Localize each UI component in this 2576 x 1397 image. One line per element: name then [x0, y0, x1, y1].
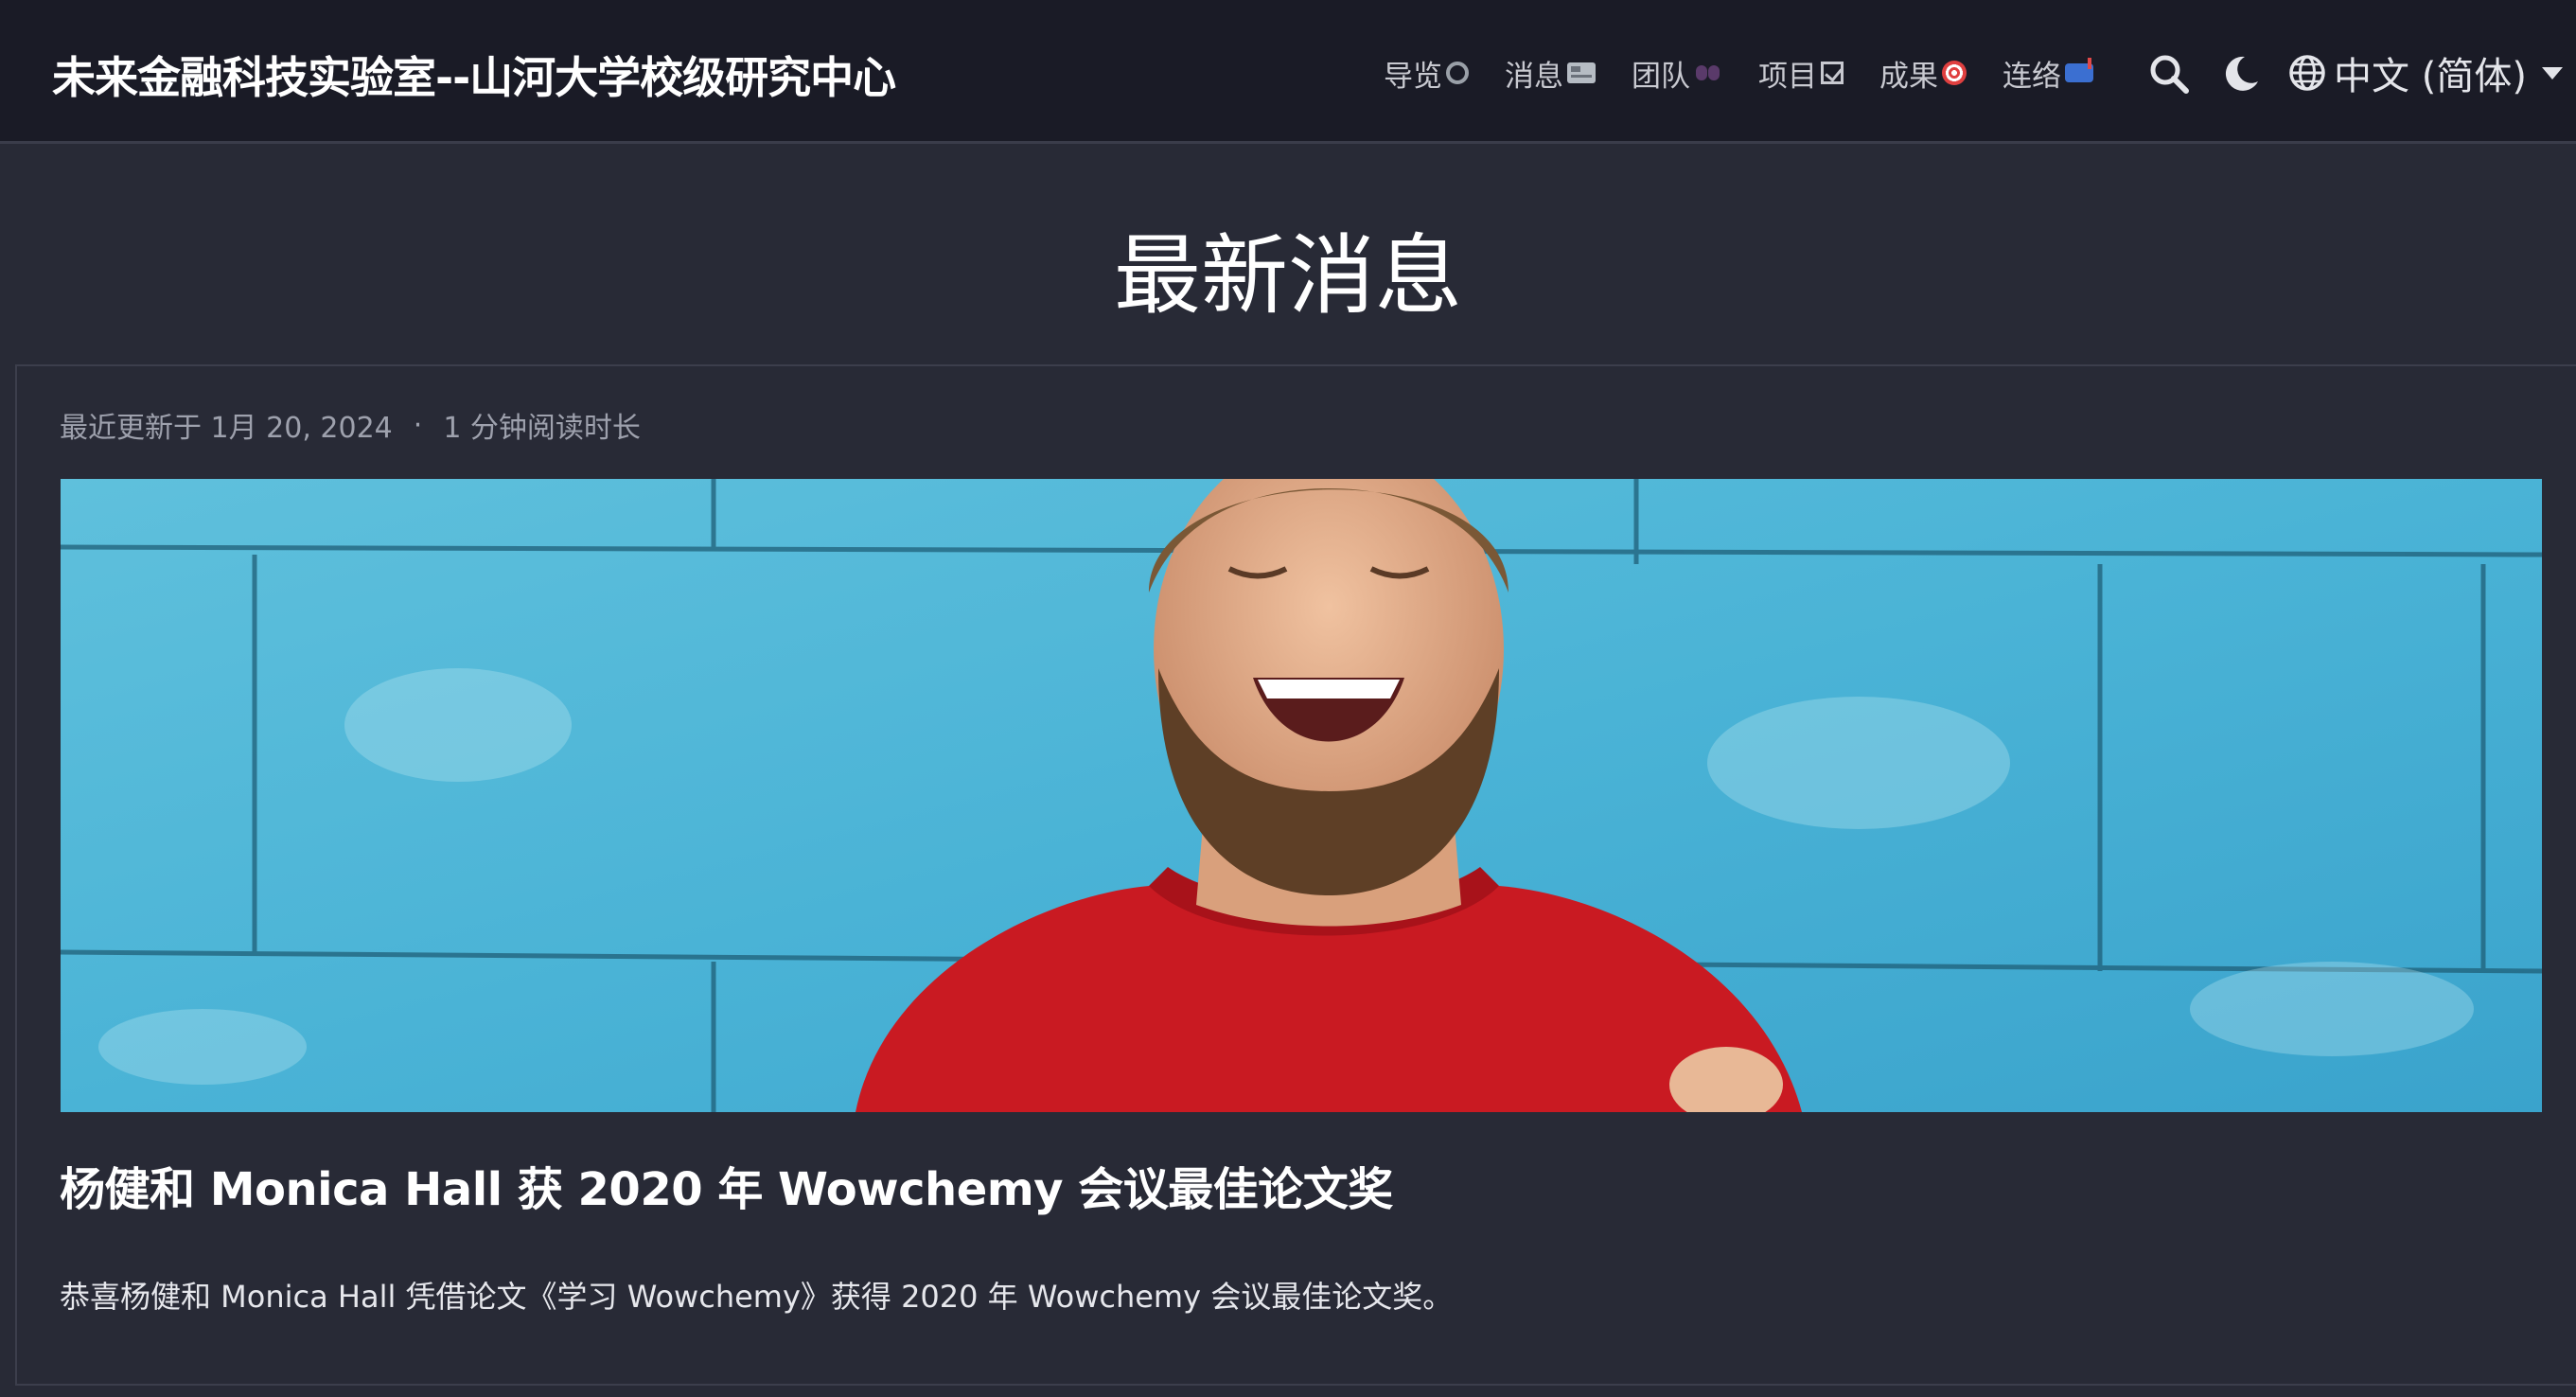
nav-item-news[interactable]: 消息: [1505, 52, 1596, 95]
nav-item-label: 团队: [1632, 59, 1690, 94]
page-title: 最新消息: [1113, 225, 1462, 327]
nav-item-team[interactable]: 团队: [1632, 52, 1722, 95]
search-icon: [2150, 55, 2189, 94]
navbar: 未来金融科技实验室--山河大学校级研究中心 导览 消息 团队 项目 成果 连络: [0, 0, 2576, 144]
newspaper-icon: [1567, 62, 1596, 83]
hearts-icon: [1694, 60, 1722, 86]
nav-item-label: 消息: [1505, 59, 1563, 94]
nav-item-results[interactable]: 成果: [1879, 52, 1967, 95]
nav-item-label: 连络: [2003, 59, 2061, 94]
checkbox-icon: [1821, 62, 1844, 84]
article-hero-image[interactable]: [61, 479, 2542, 1112]
nav-item-projects[interactable]: 项目: [1758, 52, 1844, 95]
target-icon: [1942, 61, 1967, 85]
mailbox-icon: [2065, 58, 2093, 82]
article-updated-date: 最近更新于 1月 20, 2024: [60, 412, 393, 445]
nav-menu: 导览 消息 团队 项目 成果 连络: [1384, 52, 2129, 95]
meta-separator: ·: [413, 408, 423, 442]
recycle-icon: [1446, 62, 1469, 84]
globe-icon: [2289, 55, 2325, 91]
site-brand[interactable]: 未来金融科技实验室--山河大学校级研究中心: [52, 44, 896, 106]
article-summary: 恭喜杨健和 Monica Hall 凭借论文《学习 Wowchemy》获得 20…: [60, 1279, 1454, 1315]
theme-toggle-button[interactable]: [2220, 53, 2262, 95]
nav-item-label: 导览: [1384, 59, 1442, 94]
article-card: 最近更新于 1月 20, 2024 · 1 分钟阅读时长 杨健和 Monica …: [15, 364, 2576, 1386]
search-button[interactable]: [2148, 53, 2190, 95]
article-read-time: 1 分钟阅读时长: [443, 412, 641, 445]
nav-item-contact[interactable]: 连络: [2003, 52, 2093, 95]
article-title-link[interactable]: 杨健和 Monica Hall 获 2020 年 Wowchemy 会议最佳论文…: [60, 1152, 1393, 1218]
nav-item-label: 成果: [1879, 59, 1938, 94]
language-dropdown[interactable]: 中文 (简体): [2288, 47, 2563, 98]
moon-icon: [2225, 56, 2258, 91]
language-label: 中文 (简体): [2334, 55, 2527, 98]
nav-item-label: 项目: [1758, 59, 1817, 94]
nav-item-tour[interactable]: 导览: [1384, 52, 1469, 95]
chevron-down-icon: [2541, 66, 2563, 80]
article-meta: 最近更新于 1月 20, 2024 · 1 分钟阅读时长: [60, 404, 641, 446]
hero-image-graphic: [61, 479, 2542, 1112]
